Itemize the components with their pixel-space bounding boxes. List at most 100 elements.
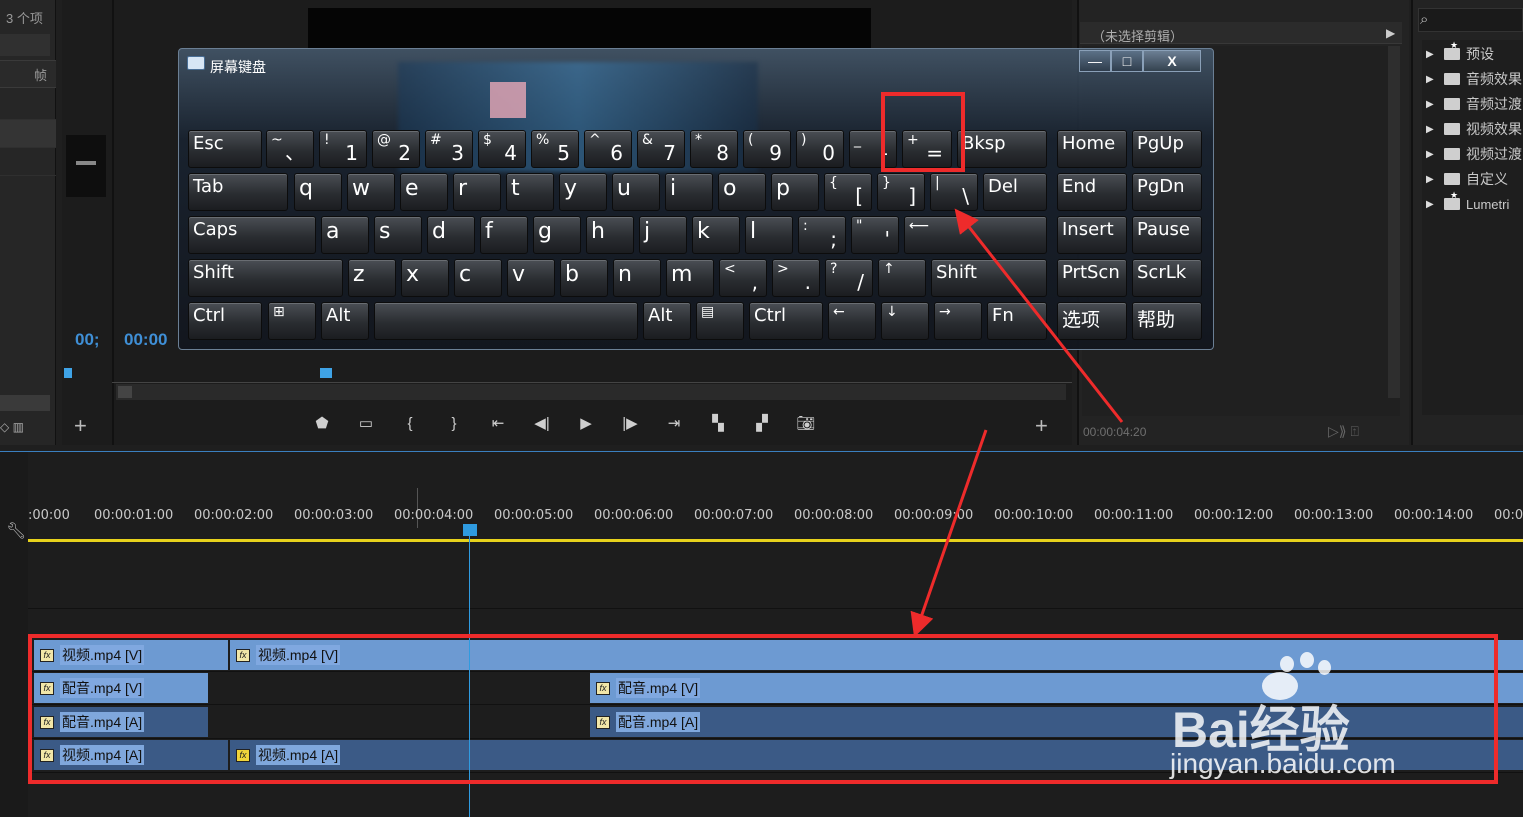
key-up-arrow[interactable]: ↑	[878, 259, 926, 297]
key-menu[interactable]: ▤	[696, 302, 744, 340]
export-frame-camera-icon[interactable]: 📷︎	[784, 410, 828, 436]
effect-controls-scrollbar[interactable]	[1388, 46, 1400, 398]
key-fn[interactable]: Fn	[987, 302, 1047, 340]
key-b[interactable]: b	[560, 259, 608, 297]
expand-triangle-icon[interactable]: ▶	[1426, 149, 1438, 160]
program-timecode[interactable]: 00:00	[124, 330, 167, 350]
key-shift-right[interactable]: Shift	[931, 259, 1047, 297]
program-add-button[interactable]: +	[1035, 413, 1048, 439]
key-6[interactable]: ^ 6	[584, 130, 632, 168]
project-row[interactable]	[0, 92, 56, 120]
key-8[interactable]: * 8	[690, 130, 738, 168]
work-area-bar[interactable]	[28, 539, 1523, 542]
key-a[interactable]: a	[321, 216, 369, 254]
key-j[interactable]: j	[639, 216, 687, 254]
key-7[interactable]: & 7	[637, 130, 685, 168]
key-end[interactable]: End	[1057, 173, 1127, 211]
key-quote[interactable]: " '	[851, 216, 899, 254]
key-pause[interactable]: Pause	[1132, 216, 1202, 254]
key-u[interactable]: u	[612, 173, 660, 211]
key-r[interactable]: r	[453, 173, 501, 211]
key-alt-right[interactable]: Alt	[643, 302, 691, 340]
key-prtscn[interactable]: PrtScn	[1057, 259, 1127, 297]
key-comma[interactable]: <,	[719, 259, 767, 297]
expand-triangle-icon[interactable]: ▶	[1426, 49, 1438, 60]
key-z[interactable]: z	[348, 259, 396, 297]
effects-item-presets[interactable]: ▶ 预设	[1426, 40, 1494, 66]
step-back-button[interactable]: ◀|	[520, 410, 564, 436]
key-tab[interactable]: Tab	[188, 173, 288, 211]
key-3[interactable]: #3	[425, 130, 473, 168]
step-forward-button[interactable]: |▶	[608, 410, 652, 436]
key-9[interactable]: (9	[743, 130, 791, 168]
key-insert[interactable]: Insert	[1057, 216, 1127, 254]
expand-triangle-icon[interactable]: ▶	[1426, 174, 1438, 185]
scroll-thumb[interactable]	[118, 386, 132, 398]
key-down-arrow[interactable]: ↓	[881, 302, 929, 340]
key-o[interactable]: o	[718, 173, 766, 211]
ec-export-icons[interactable]: ▷⟫ ⍐	[1328, 423, 1359, 440]
key-tilde[interactable]: ~、	[266, 130, 314, 168]
key-e[interactable]: e	[400, 173, 448, 211]
expand-triangle-icon[interactable]: ▶	[1426, 124, 1438, 135]
key-5[interactable]: % 5	[531, 130, 579, 168]
key-del[interactable]: Del	[983, 173, 1047, 211]
key-left-bracket[interactable]: {[	[824, 173, 872, 211]
key-x[interactable]: x	[401, 259, 449, 297]
close-button[interactable]: X	[1143, 50, 1201, 72]
list-view-icon[interactable]: ◇ ▥	[0, 420, 24, 434]
project-row[interactable]	[0, 148, 56, 176]
key-options[interactable]: 选项	[1057, 302, 1127, 340]
expand-triangle-icon[interactable]: ▶	[1426, 74, 1438, 85]
key-windows[interactable]: ⊞	[268, 302, 316, 340]
key-f[interactable]: f	[480, 216, 528, 254]
key-p[interactable]: p	[771, 173, 819, 211]
key-help[interactable]: 帮助	[1132, 302, 1202, 340]
key-h[interactable]: h	[586, 216, 634, 254]
key-d[interactable]: d	[427, 216, 475, 254]
effects-item-custom[interactable]: ▶ 自定义	[1426, 167, 1508, 191]
key-enter[interactable]: ⟵	[904, 216, 1047, 254]
wrench-icon[interactable]: 🔧︎	[6, 521, 26, 541]
key-home[interactable]: Home	[1057, 130, 1127, 168]
key-ctrl-left[interactable]: Ctrl	[188, 302, 262, 340]
key-i[interactable]: i	[665, 173, 713, 211]
key-w[interactable]: w	[347, 173, 395, 211]
mark-in-button[interactable]: {	[388, 410, 432, 436]
source-add-button[interactable]: +	[74, 413, 87, 439]
key-space[interactable]	[374, 302, 638, 340]
effects-item-video-effects[interactable]: ▶ 视频效果	[1426, 117, 1522, 141]
project-scrollbar[interactable]	[0, 395, 50, 411]
key-0[interactable]: ) 0	[796, 130, 844, 168]
key-period[interactable]: >.	[772, 259, 820, 297]
key-y[interactable]: y	[559, 173, 607, 211]
key-backspace[interactable]: Bksp	[957, 130, 1047, 168]
program-in-marker[interactable]	[64, 368, 72, 378]
key-q[interactable]: q	[294, 173, 342, 211]
key-k[interactable]: k	[692, 216, 740, 254]
key-left-arrow[interactable]: ←	[828, 302, 876, 340]
key-right-arrow[interactable]: →	[934, 302, 982, 340]
minimize-button[interactable]: —	[1079, 50, 1111, 72]
effects-search-input[interactable]	[1418, 8, 1523, 32]
key-ctrl-right[interactable]: Ctrl	[749, 302, 823, 340]
project-row[interactable]	[0, 120, 56, 148]
key-backslash[interactable]: | \	[930, 173, 978, 211]
key-4[interactable]: $4	[478, 130, 526, 168]
effects-item-video-transitions[interactable]: ▶ 视频过渡	[1426, 142, 1522, 166]
key-alt-left[interactable]: Alt	[321, 302, 369, 340]
key-right-bracket[interactable]: }]	[877, 173, 925, 211]
key-g[interactable]: g	[533, 216, 581, 254]
key-caps[interactable]: Caps	[188, 216, 316, 254]
key-1[interactable]: ! 1	[319, 130, 367, 168]
play-button[interactable]: ▶	[564, 410, 608, 436]
key-semicolon[interactable]: :;	[798, 216, 846, 254]
key-slash[interactable]: ? /	[825, 259, 873, 297]
key-s[interactable]: s	[374, 216, 422, 254]
key-esc[interactable]: Esc	[188, 130, 262, 168]
key-2[interactable]: @2	[372, 130, 420, 168]
lift-button[interactable]: ▚	[696, 410, 740, 436]
key-pgup[interactable]: PgUp	[1132, 130, 1202, 168]
key-m[interactable]: m	[666, 259, 714, 297]
effects-item-lumetri[interactable]: ▶ Lumetri	[1426, 190, 1509, 216]
